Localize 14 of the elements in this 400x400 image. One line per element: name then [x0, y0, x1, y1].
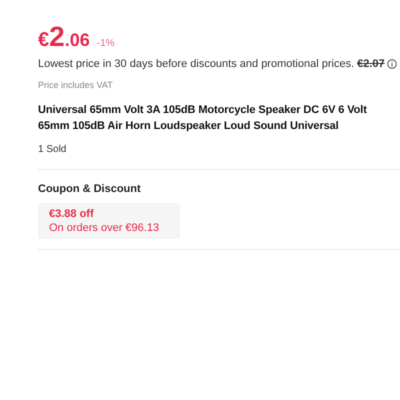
sold-count: 1 Sold [38, 143, 68, 157]
price-integer: 2 [49, 22, 65, 52]
info-icon[interactable] [386, 59, 397, 70]
coupon-amount: €3.88 off [49, 206, 95, 220]
product-title: Universal 65mm Volt 3A 105dB Motorcycle Speaker DC 6V 6 Volt 65mm 105dB Air Horn Loudspeaker Loud Sound Universal [38, 103, 368, 134]
price-decimal: .06 [64, 29, 90, 52]
coupon-card[interactable]: €3.88 off On orders over €96.13 [38, 202, 180, 238]
currency-symbol: € [38, 28, 50, 53]
coupon-condition: On orders over €96.13 [49, 220, 160, 234]
discount-percent: -1% [96, 37, 115, 51]
vat-note: Price includes VAT [38, 78, 114, 92]
lowest-price-note: Lowest price in 30 days before discounts and promotional prices. [38, 57, 354, 72]
section-heading: Coupon & Discount [38, 182, 142, 197]
previous-price: €2.07 [357, 57, 385, 72]
